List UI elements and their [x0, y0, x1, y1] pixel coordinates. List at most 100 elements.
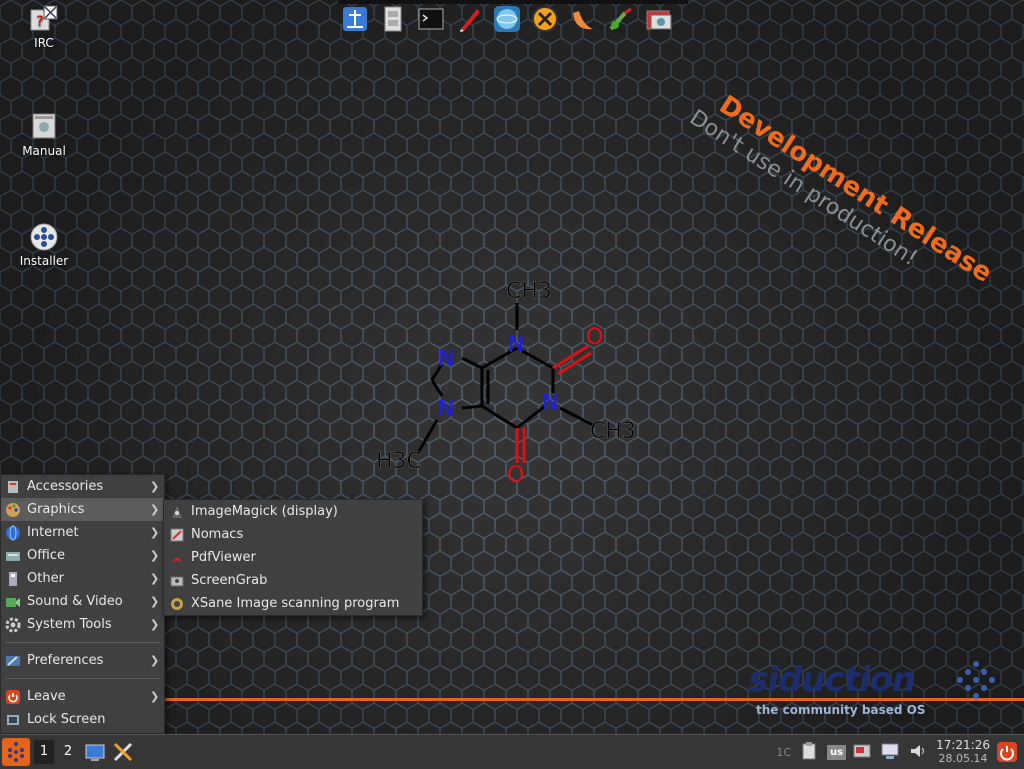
pumpkin-app-icon[interactable] — [568, 4, 598, 34]
xchat-icon[interactable] — [530, 4, 560, 34]
submenu-item-screengrab[interactable]: ScreenGrab — [164, 569, 422, 592]
menu-item-label: Other — [27, 571, 64, 586]
manual-book-icon — [29, 112, 59, 142]
internet-icon — [5, 525, 21, 541]
menu-item-preferences[interactable]: Preferences ❯ — [1, 649, 164, 672]
submenu-item-label: ScreenGrab — [191, 573, 268, 588]
menu-item-label: System Tools — [27, 617, 112, 632]
submenu-item-imagemagick[interactable]: ImageMagick (display) — [164, 500, 422, 523]
irc-help-icon: ? — [29, 4, 59, 34]
menu-item-label: Lock Screen — [27, 712, 106, 727]
development-release-watermark: Development Release Don't use in product… — [685, 90, 998, 310]
clock-time: 17:21:26 — [936, 738, 990, 752]
clock[interactable]: 17:21:26 28.05.14 — [936, 738, 990, 766]
imagemagick-icon — [169, 504, 185, 520]
workspace-2[interactable]: 2 — [58, 740, 78, 764]
desktop-icon-label: IRC — [34, 36, 54, 50]
menu-item-other[interactable]: Other ❯ — [1, 567, 164, 590]
clock-date: 28.05.14 — [938, 752, 988, 765]
menu-item-office[interactable]: Office ❯ — [1, 544, 164, 567]
screengrab-icon — [169, 573, 185, 589]
chevron-right-icon: ❯ — [150, 654, 160, 667]
watermark-subtitle: Don't use in production! — [684, 105, 922, 272]
browser-globe-icon[interactable] — [492, 4, 522, 34]
xsane-icon — [169, 596, 185, 612]
keyboard-layout-indicator[interactable]: us — [827, 744, 847, 760]
menu-separator — [5, 678, 160, 679]
clipboard-icon[interactable] — [799, 741, 821, 763]
watermark-title: Development Release — [713, 90, 998, 289]
molecule-label-n: N — [438, 347, 454, 372]
siduction-start-icon — [8, 742, 24, 762]
molecule-label-n: N — [542, 391, 558, 416]
menu-item-label: Sound & Video — [27, 594, 123, 609]
caffeine-molecule: CH3 CH3 H3C N N N N O O — [376, 279, 636, 488]
submenu-item-label: PdfViewer — [191, 550, 256, 565]
molecule-label-ch3-right: CH3 — [590, 419, 636, 444]
tools-wrench-icon[interactable] — [112, 741, 134, 763]
desktop-icon-installer[interactable]: Installer — [4, 222, 84, 268]
submenu-item-label: ImageMagick (display) — [191, 504, 338, 519]
image-viewer-icon[interactable] — [644, 4, 674, 34]
submenu-item-label: XSane Image scanning program — [191, 596, 400, 611]
menu-item-label: Leave — [27, 689, 66, 704]
desktop-icon-manual[interactable]: Manual — [4, 112, 84, 158]
chevron-right-icon: ❯ — [150, 572, 160, 585]
svg-text:?: ? — [36, 14, 43, 30]
menu-item-system-tools[interactable]: System Tools ❯ — [1, 613, 164, 636]
accessories-icon — [5, 479, 21, 495]
archive-cabinet-icon[interactable] — [378, 4, 408, 34]
start-menu-button[interactable] — [2, 738, 30, 766]
graphics-icon — [5, 502, 21, 518]
pdf-icon — [169, 550, 185, 566]
network-icon[interactable] — [880, 741, 902, 763]
chevron-right-icon: ❯ — [150, 618, 160, 631]
siduction-dots-icon — [957, 661, 995, 699]
installer-disc-icon — [29, 222, 59, 252]
pen-editor-icon[interactable] — [454, 4, 484, 34]
desktop-icon-label: Installer — [19, 254, 69, 268]
brush-paint-icon[interactable] — [606, 4, 636, 34]
volume-icon[interactable] — [908, 741, 930, 763]
menu-item-label: Preferences — [27, 653, 104, 668]
menu-item-accessories[interactable]: Accessories ❯ — [1, 475, 164, 498]
molecule-label-ch3-top: CH3 — [506, 279, 552, 304]
file-manager-icon[interactable] — [340, 4, 370, 34]
preferences-icon — [5, 653, 21, 669]
chevron-right-icon: ❯ — [150, 690, 160, 703]
chevron-right-icon: ❯ — [150, 526, 160, 539]
workspace-1[interactable]: 1 — [34, 740, 54, 764]
submenu-item-pdfviewer[interactable]: PdfViewer — [164, 546, 422, 569]
menu-item-leave[interactable]: Leave ❯ — [1, 685, 164, 708]
screenshot-tray-icon[interactable] — [852, 741, 874, 763]
office-icon — [5, 548, 21, 564]
temperature-indicator: 1C — [776, 745, 792, 759]
power-icon[interactable] — [996, 741, 1018, 763]
chevron-right-icon: ❯ — [150, 595, 160, 608]
terminal-icon[interactable] — [416, 4, 446, 34]
menu-item-label: Accessories — [27, 479, 104, 494]
launcher-bar — [340, 4, 674, 40]
sound-video-icon — [5, 594, 21, 610]
brand-tagline: the community based OS — [756, 703, 926, 717]
menu-item-label: Office — [27, 548, 65, 563]
menu-item-sound-video[interactable]: Sound & Video ❯ — [1, 590, 164, 613]
chevron-right-icon: ❯ — [150, 503, 160, 516]
menu-item-graphics[interactable]: Graphics ❯ — [1, 498, 164, 521]
menu-item-internet[interactable]: Internet ❯ — [1, 521, 164, 544]
submenu-item-xsane[interactable]: XSane Image scanning program — [164, 592, 422, 615]
menu-item-label: Internet — [27, 525, 79, 540]
submenu-item-label: Nomacs — [191, 527, 244, 542]
desktop-icon-irc[interactable]: ? IRC — [4, 4, 84, 50]
chevron-right-icon: ❯ — [150, 549, 160, 562]
leave-icon — [5, 689, 21, 705]
nomacs-icon — [169, 527, 185, 543]
system-tools-icon — [5, 617, 21, 633]
molecule-label-o: O — [507, 463, 524, 488]
molecule-label-o: O — [586, 325, 603, 350]
show-desktop-icon[interactable] — [84, 741, 106, 763]
menu-separator — [5, 642, 160, 643]
submenu-item-nomacs[interactable]: Nomacs — [164, 523, 422, 546]
other-icon — [5, 571, 21, 587]
menu-item-lock-screen[interactable]: Lock Screen — [1, 708, 164, 731]
